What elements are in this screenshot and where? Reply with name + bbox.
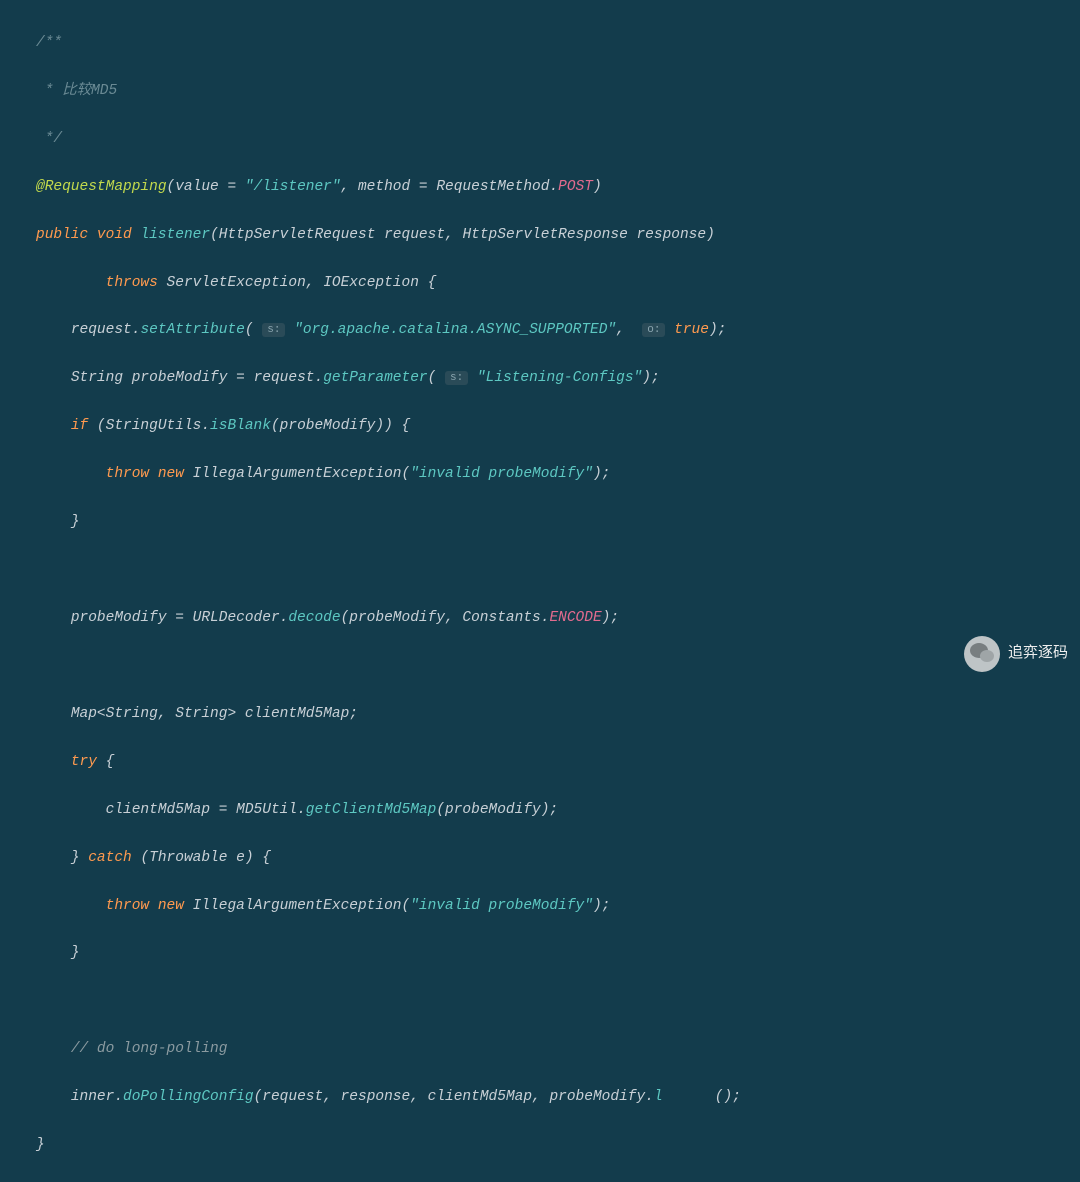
- enum-const: POST: [558, 179, 593, 195]
- var-ref: probeModify: [349, 610, 445, 626]
- keyword-throw: throw: [106, 898, 150, 914]
- type: Map: [71, 706, 97, 722]
- code-line: @RequestMapping(value = "/listener", met…: [36, 176, 1080, 200]
- code-line: } catch (Throwable e) {: [36, 847, 1080, 871]
- string-literal: "org.apache.catalina.ASYNC_SUPPORTED": [294, 322, 616, 338]
- code-line: clientMd5Map = MD5Util.getClientMd5Map(p…: [36, 799, 1080, 823]
- var-ref: probeModify: [71, 610, 167, 626]
- var-ref: response: [341, 1089, 411, 1105]
- watermark-text: 追弈逐码: [1008, 642, 1068, 667]
- string-literal: "Listening-Configs": [477, 370, 642, 386]
- code-line: [36, 559, 1080, 583]
- keyword-public: public: [36, 227, 88, 243]
- method-call: getParameter: [323, 370, 427, 386]
- class-ref: IllegalArgumentException: [193, 466, 402, 482]
- comment-close: */: [36, 131, 62, 147]
- code-editor: /** * 比较MD5 */ @RequestMapping(value = "…: [0, 8, 1080, 1182]
- watermark: 追弈逐码: [964, 636, 1068, 672]
- code-line: [36, 990, 1080, 1014]
- var-ref: clientMd5Map: [106, 802, 210, 818]
- param-hint: s:: [262, 323, 285, 337]
- type: String: [106, 706, 158, 722]
- exception-type: ServletException: [167, 275, 306, 291]
- var-ref: inner: [71, 1089, 115, 1105]
- code-line: request.setAttribute( s: "org.apache.cat…: [36, 319, 1080, 343]
- code-line: probeModify = URLDecoder.decode(probeMod…: [36, 607, 1080, 631]
- code-line: /**: [36, 32, 1080, 56]
- type: String: [175, 706, 227, 722]
- keyword-new: new: [158, 466, 184, 482]
- param-name: response: [636, 227, 706, 243]
- code-line: try {: [36, 751, 1080, 775]
- param-type: HttpServletRequest: [219, 227, 376, 243]
- obscured-method: l: [654, 1089, 663, 1105]
- code-line: String probeModify = request.getParamete…: [36, 367, 1080, 391]
- var-ref: clientMd5Map: [428, 1089, 532, 1105]
- attr-key: method: [358, 179, 410, 195]
- keyword-catch: catch: [88, 850, 132, 866]
- param-type: HttpServletResponse: [462, 227, 627, 243]
- code-line: * 比较MD5: [36, 80, 1080, 104]
- annotation: @RequestMapping: [36, 179, 167, 195]
- method-call: setAttribute: [140, 322, 244, 338]
- string-literal: "invalid probeModify": [410, 466, 593, 482]
- var-ref: request: [262, 1089, 323, 1105]
- keyword-if: if: [71, 418, 88, 434]
- code-line: // do long-polling: [36, 1038, 1080, 1062]
- keyword-new: new: [158, 898, 184, 914]
- class-ref: RequestMethod: [436, 179, 549, 195]
- code-line: }: [36, 942, 1080, 966]
- keyword-try: try: [71, 754, 97, 770]
- var-decl: probeModify: [132, 370, 228, 386]
- param-hint: o:: [642, 323, 665, 337]
- var-ref: request: [71, 322, 132, 338]
- class-ref: StringUtils: [106, 418, 202, 434]
- code-line: */: [36, 128, 1080, 152]
- class-ref: URLDecoder: [193, 610, 280, 626]
- var-ref: probeModify: [280, 418, 376, 434]
- code-line: if (StringUtils.isBlank(probeModify)) {: [36, 415, 1080, 439]
- method-name: listener: [140, 227, 210, 243]
- code-line: throw new IllegalArgumentException("inva…: [36, 895, 1080, 919]
- var-ref: probeModify: [445, 802, 541, 818]
- const-ref: ENCODE: [549, 610, 601, 626]
- exception-type: Throwable: [149, 850, 227, 866]
- param-name: e: [236, 850, 245, 866]
- string-literal: "invalid probeModify": [410, 898, 593, 914]
- code-line: Map<String, String> clientMd5Map;: [36, 703, 1080, 727]
- var-ref: probeModify: [549, 1089, 645, 1105]
- param-name: request: [384, 227, 445, 243]
- method-call: decode: [288, 610, 340, 626]
- attr-key: value: [175, 179, 219, 195]
- obscured-tail: (): [715, 1089, 732, 1105]
- param-hint: s:: [445, 371, 468, 385]
- code-line: throw new IllegalArgumentException("inva…: [36, 463, 1080, 487]
- code-line: public void listener(HttpServletRequest …: [36, 224, 1080, 248]
- type: String: [71, 370, 123, 386]
- keyword-throws: throws: [106, 275, 158, 291]
- code-line: }: [36, 1134, 1080, 1158]
- keyword-throw: throw: [106, 466, 150, 482]
- class-ref: Constants: [462, 610, 540, 626]
- code-line: [36, 655, 1080, 679]
- method-call: doPollingConfig: [123, 1089, 254, 1105]
- bool-literal: true: [674, 322, 709, 338]
- class-ref: MD5Util: [236, 802, 297, 818]
- comment-text: * 比较MD5: [36, 83, 117, 99]
- method-call: isBlank: [210, 418, 271, 434]
- class-ref: IllegalArgumentException: [193, 898, 402, 914]
- wechat-icon: [964, 636, 1000, 672]
- var-decl: clientMd5Map: [245, 706, 349, 722]
- exception-type: IOException: [323, 275, 419, 291]
- method-call: getClientMd5Map: [306, 802, 437, 818]
- comment-open: /**: [36, 35, 62, 51]
- string-literal: "/listener": [245, 179, 341, 195]
- keyword-void: void: [97, 227, 132, 243]
- code-line: throws ServletException, IOException {: [36, 272, 1080, 296]
- line-comment: // do long-polling: [71, 1041, 228, 1057]
- var-ref: request: [254, 370, 315, 386]
- code-line: inner.doPollingConfig(request, response,…: [36, 1086, 1080, 1110]
- code-line: }: [36, 511, 1080, 535]
